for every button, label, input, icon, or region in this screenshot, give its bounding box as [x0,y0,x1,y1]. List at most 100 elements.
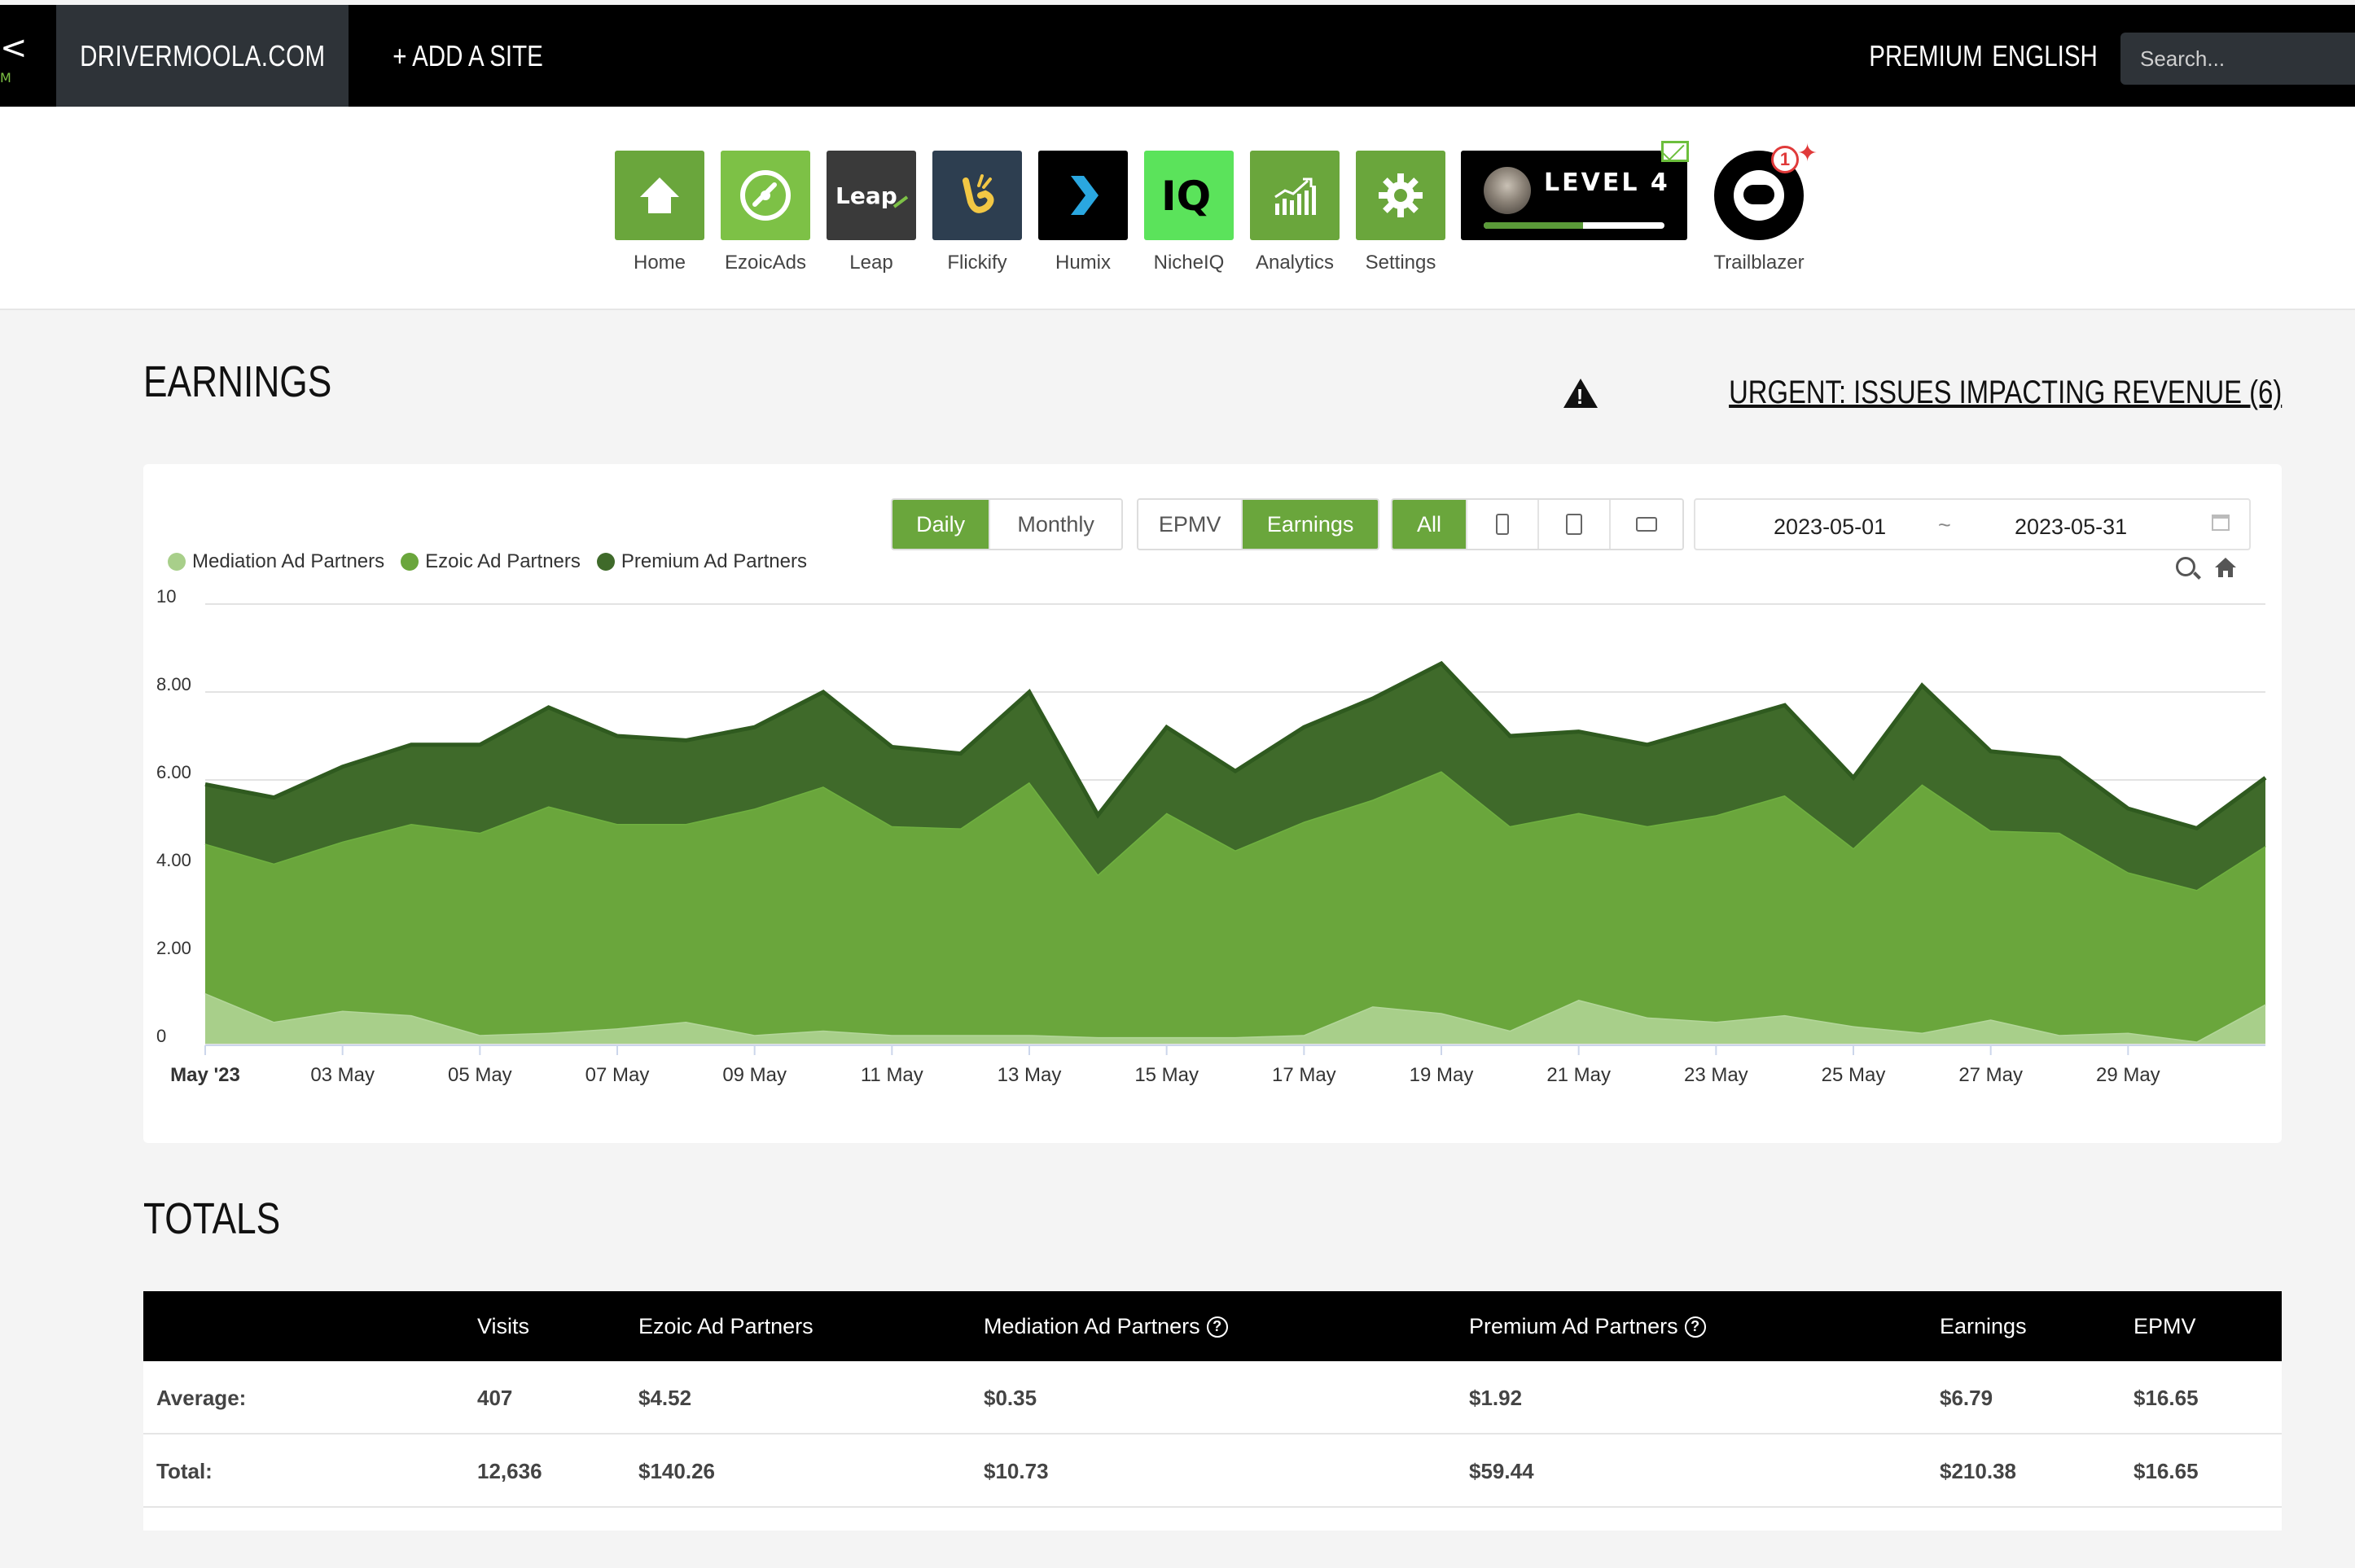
ezoicads-icon [721,151,810,240]
epmv-button[interactable]: EPMV [1138,500,1243,549]
help-icon[interactable]: ? [1206,1316,1228,1338]
x-tick-label: 13 May [998,1064,1062,1086]
col-mediation: Mediation Ad Partners? [984,1314,1228,1339]
level-progress-fill [1484,222,1584,229]
settings-icon [1356,151,1445,240]
logo-icon[interactable]: < M [0,29,28,86]
col-visits: Visits [477,1314,530,1338]
daily-button[interactable]: Daily [892,500,991,549]
y-tick-label: 10 [156,586,176,607]
totals-title: TOTALS [143,1194,281,1243]
y-tick-label: 6.00 [156,762,191,782]
metric-toggle: EPMV Earnings [1137,498,1379,550]
x-tick-label: 21 May [1546,1064,1611,1086]
premium-link[interactable]: PREMIUM [1857,5,1995,107]
app-humix[interactable]: Humix [1038,151,1128,274]
avatar [1484,167,1531,214]
app-nicheiq[interactable]: IQ NicheIQ [1144,151,1234,274]
zoom-icon[interactable] [2176,557,2195,576]
desktop-button[interactable] [1611,500,1682,549]
level-progress-bar [1484,222,1664,229]
app-leap[interactable]: Leap Leap [827,151,916,274]
x-tick-label: 23 May [1684,1064,1748,1086]
x-tick-label: 29 May [2096,1064,2160,1086]
desktop-icon [1636,517,1657,532]
warning-icon [1563,378,1598,410]
x-tick-label: 03 May [310,1064,375,1086]
mobile-icon [1495,514,1509,535]
table-row: Average: 407 $4.52 $0.35 $1.92 $6.79 $16… [143,1361,2282,1434]
x-tick-label: 17 May [1272,1064,1336,1086]
earnings-chart-card: Daily Monthly EPMV Earnings All 2023-05-… [143,464,2282,1143]
top-nav: < M DRIVERMOOLA.COM + ADD A SITE PREMIUM … [0,5,2355,107]
level-badge[interactable]: LEVEL 4 [1461,141,1689,240]
reset-zoom-home-icon[interactable] [2213,555,2238,580]
sparkle-icon: ✦ [1797,139,1818,168]
trailblazer-badge[interactable]: 1 ✦ Trailblazer [1710,139,1818,274]
home-icon [615,151,704,240]
all-devices-button[interactable]: All [1392,500,1467,549]
table-row: Total: 12,636 $140.26 $10.73 $59.44 $210… [143,1434,2282,1508]
analytics-icon [1250,151,1340,240]
date-from: 2023-05-01 [1774,515,1887,539]
x-tick-label: 27 May [1958,1064,2023,1086]
totals-table: Visits Ezoic Ad Partners Mediation Ad Pa… [143,1291,2282,1531]
col-premium: Premium Ad Partners? [1469,1314,1706,1339]
monthly-button[interactable]: Monthly [990,500,1121,549]
earnings-area-chart: 0 2.00 4.00 6.00 8.00 10 May '23 03 May 05 May 07… [156,586,2267,1086]
leap-icon: Leap [827,151,916,240]
col-ezoic: Ezoic Ad Partners [638,1314,814,1338]
col-epmv: EPMV [2134,1314,2196,1338]
svg-text:Leap: Leap [835,182,897,209]
earnings-title: EARNINGS [143,357,332,406]
notification-badge: 1 [1771,146,1799,173]
x-tick-label: 19 May [1410,1064,1474,1086]
y-tick-label: 4.00 [156,850,191,870]
period-toggle: Daily Monthly [891,498,1123,550]
date-range-picker[interactable]: 2023-05-01 ~ 2023-05-31 [1694,498,2251,550]
help-icon[interactable]: ? [1684,1316,1706,1338]
flickify-icon [932,151,1022,240]
x-tick-label: May '23 [170,1064,240,1086]
y-tick-label: 2.00 [156,938,191,958]
app-launcher-bar: Home EzoicAds Leap Leap Flickify Humix I… [0,107,2355,310]
earnings-button[interactable]: Earnings [1243,500,1378,549]
app-flickify[interactable]: Flickify [932,151,1022,274]
tablet-icon [1565,514,1582,535]
legend-mediation[interactable]: Mediation Ad Partners [168,550,384,573]
svg-text:IQ: IQ [1161,173,1211,220]
humix-icon [1038,151,1128,240]
device-toggle: All [1391,498,1684,550]
x-tick-label: 25 May [1822,1064,1886,1086]
x-tick-label: 15 May [1134,1064,1199,1086]
mobile-button[interactable] [1467,500,1539,549]
site-name: DRIVERMOOLA.COM [79,38,326,72]
chart-legend: Mediation Ad Partners Ezoic Ad Partners … [168,550,807,573]
mail-icon[interactable] [1661,141,1689,162]
app-ezoicads[interactable]: EzoicAds [721,151,810,274]
language-dropdown[interactable]: ENGLISH [1980,5,2136,107]
tablet-button[interactable] [1538,500,1611,549]
y-tick-label: 8.00 [156,674,191,694]
search-input[interactable] [2120,33,2355,85]
y-tick-label: 0 [156,1026,166,1046]
x-tick-label: 07 May [585,1064,650,1086]
level-text: LEVEL 4 [1544,169,1670,197]
calendar-icon [2212,515,2230,531]
nicheiq-icon: IQ [1144,151,1234,240]
x-tick-label: 05 May [448,1064,512,1086]
x-tick-label: 11 May [861,1064,923,1086]
add-site-link[interactable]: + ADD A SITE [376,5,559,107]
app-settings[interactable]: Settings [1356,151,1445,274]
legend-ezoic[interactable]: Ezoic Ad Partners [401,550,581,573]
date-to: 2023-05-31 [2015,515,2128,539]
app-home[interactable]: Home [615,151,704,274]
col-earnings: Earnings [1940,1314,2027,1338]
legend-premium[interactable]: Premium Ad Partners [596,550,807,573]
x-tick-label: 09 May [722,1064,787,1086]
app-analytics[interactable]: Analytics [1250,151,1340,274]
urgent-issues-link[interactable]: URGENT: ISSUES IMPACTING REVENUE (6) [1563,374,2282,411]
astronaut-icon: 1 ✦ [1714,139,1818,240]
trailblazer-label: Trailblazer [1713,252,1805,274]
site-selector[interactable]: DRIVERMOOLA.COM [56,5,349,107]
